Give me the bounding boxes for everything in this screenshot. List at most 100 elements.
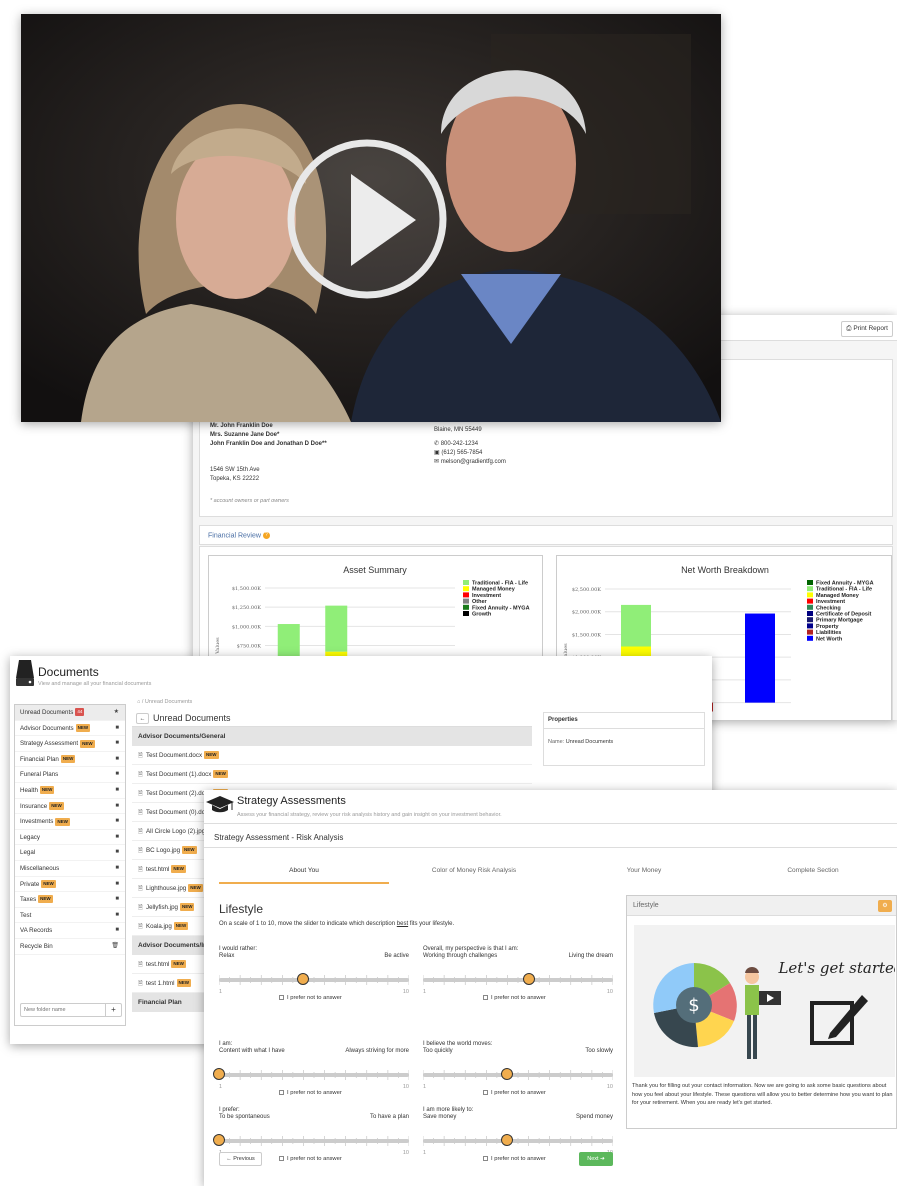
sidebar-item[interactable]: Private NEW ■: [15, 877, 125, 893]
sidebar-item[interactable]: VA Records ■: [15, 923, 125, 939]
folder-icon: ■: [115, 896, 119, 903]
sidebar-item[interactable]: Health NEW ■: [15, 783, 125, 799]
getting-started-illustration: $ Let's get started!: [653, 959, 897, 1059]
checkbox-icon[interactable]: [279, 1156, 284, 1161]
file-row[interactable]: 🗎 Test Document.docx NEW: [132, 746, 532, 765]
play-icon[interactable]: [287, 139, 447, 299]
checkbox-label: I prefer not to answer: [287, 1156, 342, 1163]
scale-min: 1: [423, 1150, 427, 1156]
sidebar-item[interactable]: Advisor Documents NEW ■: [15, 721, 125, 737]
slider[interactable]: [213, 1134, 409, 1146]
print-report-button[interactable]: ⎙ Print Report: [841, 321, 893, 337]
video-player[interactable]: [21, 14, 721, 422]
sidebar-item[interactable]: Recycle Bin 🗑: [15, 939, 125, 955]
scale-min: 1: [219, 1084, 223, 1090]
tab-about-you[interactable]: About You: [219, 862, 389, 884]
file-row[interactable]: 🗎 Test Document (1).docx NEW: [132, 765, 532, 784]
checkbox-icon[interactable]: [279, 1090, 284, 1095]
slider-right-label: Too slowly: [585, 1048, 613, 1054]
new-folder-input[interactable]: [21, 1004, 105, 1016]
folder-back-row: ← Unread Documents: [132, 709, 532, 727]
new-badge: NEW: [176, 979, 192, 988]
sidebar-item[interactable]: Strategy Assessment NEW ■: [15, 736, 125, 752]
file-icon: 🗎: [138, 847, 143, 854]
sidebar-item[interactable]: Legal ■: [15, 845, 125, 861]
checkbox-icon[interactable]: [483, 995, 488, 1000]
checkbox-icon[interactable]: [483, 1090, 488, 1095]
legend-label: Traditional - FIA - Life: [816, 587, 872, 593]
prefer-not-to-answer-checkbox[interactable]: I prefer not to answer: [279, 1156, 342, 1162]
prefer-not-to-answer-checkbox[interactable]: I prefer not to answer: [483, 1156, 546, 1162]
y-tick-label: $2,000.00K: [572, 610, 601, 616]
tab-complete-section[interactable]: Complete Section: [729, 862, 897, 884]
slider-handle[interactable]: [501, 1068, 514, 1080]
folder-icon: ■: [115, 864, 119, 871]
checkbox-icon[interactable]: [483, 1156, 488, 1161]
gear-icon[interactable]: ⚙: [878, 900, 892, 912]
help-icon[interactable]: ?: [262, 532, 270, 539]
slider[interactable]: [423, 1134, 613, 1146]
slider-handle[interactable]: [501, 1134, 514, 1146]
lifestyle-question: I would rather: Relax Be active 1 10 I prefer…: [219, 945, 409, 1023]
add-folder-button[interactable]: +: [105, 1004, 121, 1016]
legend-swatch: [807, 623, 813, 629]
sidebar-item[interactable]: Unread Documents 44 ★: [15, 705, 125, 721]
email-row[interactable]: ✉ melson@gradientfg.com: [434, 458, 506, 467]
fax-row: ▣ (612) 565-7854: [434, 450, 483, 456]
legend-swatch: [807, 592, 813, 598]
new-badge: NEW: [171, 960, 186, 969]
slider-labels: Too quickly Too slowly: [423, 1048, 613, 1056]
sidebar-item[interactable]: Funeral Plans ■: [15, 767, 125, 783]
sidebar-item[interactable]: Legacy ■: [15, 830, 125, 846]
checkbox-icon[interactable]: [279, 995, 284, 1000]
strategy-breadcrumb: Strategy Assessment - Risk Analysis: [204, 828, 897, 848]
slider-handle[interactable]: [297, 973, 310, 985]
home-icon[interactable]: ⌂: [137, 699, 140, 705]
y-tick-label: $1,500.00K: [232, 586, 261, 592]
slider-handle[interactable]: [522, 973, 535, 985]
sidebar-item[interactable]: Test ■: [15, 908, 125, 924]
breadcrumb: ⌂ / Unread Documents: [137, 699, 193, 705]
new-badge: NEW: [182, 846, 197, 855]
properties-title: Properties: [544, 713, 704, 729]
sidebar-item-label: Legal: [20, 849, 36, 857]
slider[interactable]: [423, 973, 613, 985]
sidebar-item[interactable]: Financial Plan NEW ■: [15, 752, 125, 768]
slider[interactable]: [423, 1068, 613, 1080]
scale-min: 1: [423, 989, 427, 995]
file-name: Lighthouse.jpg: [145, 885, 187, 892]
prefer-not-to-answer-checkbox[interactable]: I prefer not to answer: [279, 1090, 342, 1096]
legend-label: Growth: [472, 612, 492, 618]
lifestyle-question: I am more likely to: Save money Spend mone…: [423, 1106, 613, 1184]
prefer-not-to-answer-checkbox[interactable]: I prefer not to answer: [279, 995, 342, 1001]
sidebar-item-label: Test: [20, 911, 32, 919]
y-tick-label: $2,500.00K: [572, 587, 601, 593]
legend-swatch: [807, 617, 813, 623]
tab-color-of-money[interactable]: Color of Money Risk Analysis: [389, 862, 559, 884]
legend-swatch: [807, 586, 813, 592]
folder-icon: ■: [115, 833, 119, 840]
sidebar-item[interactable]: Taxes NEW ■: [15, 892, 125, 908]
sidebar-item[interactable]: Miscellaneous ■: [15, 861, 125, 877]
sidebar-item[interactable]: Insurance NEW ■: [15, 799, 125, 815]
sidebar-item[interactable]: Investments NEW ■: [15, 814, 125, 830]
prefer-not-to-answer-checkbox[interactable]: I prefer not to answer: [483, 1090, 546, 1096]
back-arrow-icon[interactable]: ←: [136, 713, 149, 725]
slider-handle[interactable]: [213, 1068, 225, 1080]
slider-labels: Content with what I have Always striving …: [219, 1048, 409, 1056]
file-icon: 🗎: [138, 961, 143, 968]
slider[interactable]: [219, 973, 409, 985]
question-text: I believe the world moves:: [423, 1041, 493, 1047]
advisor-contact: Blaine, MN 55449 ✆ 800-242-1234 ▣ (612) …: [434, 426, 506, 467]
slider-handle[interactable]: [213, 1134, 225, 1146]
prefer-not-to-answer-checkbox[interactable]: I prefer not to answer: [483, 995, 546, 1001]
tab-your-money[interactable]: Your Money: [559, 862, 729, 884]
y-tick-label: $750.00K: [237, 644, 262, 650]
previous-button[interactable]: ← Previous: [219, 1152, 262, 1166]
slider[interactable]: [213, 1068, 409, 1080]
star-icon: ★: [113, 709, 119, 715]
video-frame: [21, 14, 721, 422]
bar-segment: [745, 613, 775, 703]
folder-icon: ■: [115, 927, 119, 934]
next-button[interactable]: Next ➔: [579, 1152, 613, 1166]
